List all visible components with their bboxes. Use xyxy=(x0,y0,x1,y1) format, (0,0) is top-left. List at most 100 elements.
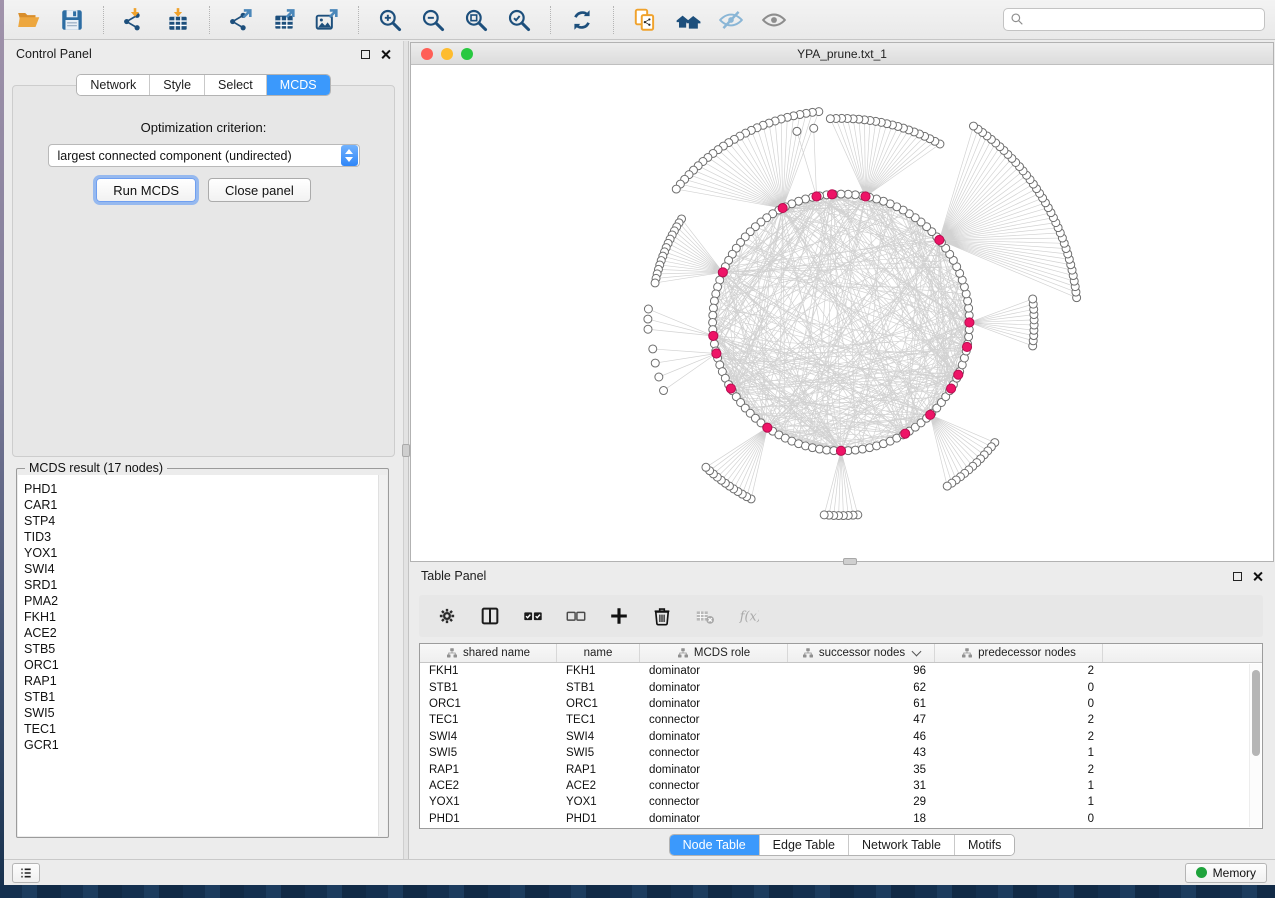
mcds-hub-node[interactable] xyxy=(901,429,910,438)
network-canvas[interactable] xyxy=(411,65,1273,561)
show-all-button[interactable] xyxy=(759,5,789,35)
list-item[interactable]: SRD1 xyxy=(24,577,377,593)
run-mcds-button[interactable]: Run MCDS xyxy=(96,178,196,202)
save-button[interactable] xyxy=(57,5,87,35)
table-row[interactable]: RAP1RAP1dominator352 xyxy=(420,761,1262,777)
criterion-dropdown[interactable]: largest connected component (undirected) xyxy=(48,144,360,167)
network-node[interactable] xyxy=(965,304,973,312)
network-leaf-node[interactable] xyxy=(793,127,801,135)
mcds-hub-node[interactable] xyxy=(712,349,721,358)
table-row[interactable]: YOX1YOX1connector291 xyxy=(420,794,1262,810)
mcds-hub-node[interactable] xyxy=(812,192,821,201)
network-node[interactable] xyxy=(712,290,720,298)
list-item[interactable]: TID3 xyxy=(24,529,377,545)
network-leaf-node[interactable] xyxy=(826,115,834,123)
network-node[interactable] xyxy=(808,444,816,452)
zoom-in-button[interactable] xyxy=(375,5,405,35)
network-leaf-node[interactable] xyxy=(970,122,978,130)
network-leaf-node[interactable] xyxy=(644,315,652,323)
list-item[interactable]: PHD1 xyxy=(24,481,377,497)
list-item[interactable]: ACE2 xyxy=(24,625,377,641)
table-row[interactable]: PHD1PHD1dominator180 xyxy=(420,811,1262,827)
mcds-hub-node[interactable] xyxy=(718,268,727,277)
tab-edge-table[interactable]: Edge Table xyxy=(760,835,849,855)
memory-button[interactable]: Memory xyxy=(1185,863,1267,883)
import-network-button[interactable] xyxy=(120,5,150,35)
mcds-hub-node[interactable] xyxy=(778,204,787,213)
select-all-checks-button[interactable] xyxy=(521,604,545,628)
table-row[interactable]: ORC1ORC1dominator610 xyxy=(420,696,1262,712)
network-node[interactable] xyxy=(710,297,718,305)
tab-style[interactable]: Style xyxy=(150,75,205,95)
export-table-button[interactable] xyxy=(269,5,299,35)
delete-button[interactable] xyxy=(650,604,674,628)
tab-mcds[interactable]: MCDS xyxy=(267,75,330,95)
network-leaf-node[interactable] xyxy=(655,373,663,381)
float-icon[interactable] xyxy=(1233,572,1242,581)
tab-select[interactable]: Select xyxy=(205,75,267,95)
list-item[interactable]: GCR1 xyxy=(24,737,377,753)
tab-network[interactable]: Network xyxy=(77,75,150,95)
mcds-hub-node[interactable] xyxy=(726,384,735,393)
list-item[interactable]: YOX1 xyxy=(24,545,377,561)
table-row[interactable]: TEC1TEC1connector472 xyxy=(420,712,1262,728)
zoom-out-button[interactable] xyxy=(418,5,448,35)
result-list-scrollbar[interactable] xyxy=(378,475,387,836)
network-leaf-node[interactable] xyxy=(1029,295,1037,303)
network-node[interactable] xyxy=(859,445,867,453)
columns-button[interactable] xyxy=(478,604,502,628)
hide-selected-button[interactable] xyxy=(716,5,746,35)
mcds-result-list[interactable]: PHD1CAR1STP4TID3YOX1SWI4SRD1PMA2FKH1ACE2… xyxy=(18,475,387,836)
list-item[interactable]: CAR1 xyxy=(24,497,377,513)
table-scrollbar-thumb[interactable] xyxy=(1252,670,1260,756)
list-item[interactable]: SWI4 xyxy=(24,561,377,577)
table-scrollbar[interactable] xyxy=(1249,664,1261,827)
tab-network-table[interactable]: Network Table xyxy=(849,835,955,855)
add-button[interactable] xyxy=(607,604,631,628)
mcds-hub-node[interactable] xyxy=(965,318,974,327)
network-leaf-node[interactable] xyxy=(644,325,652,333)
network-node[interactable] xyxy=(851,446,859,454)
table-row[interactable]: SWI4SWI4dominator462 xyxy=(420,729,1262,745)
column-header-MCDS-role[interactable]: MCDS role xyxy=(640,644,788,662)
float-icon[interactable] xyxy=(361,50,370,59)
network-node[interactable] xyxy=(964,297,972,305)
mcds-hub-node[interactable] xyxy=(947,384,956,393)
tab-node-table[interactable]: Node Table xyxy=(670,835,760,855)
open-button[interactable] xyxy=(14,5,44,35)
mcds-hub-node[interactable] xyxy=(954,370,963,379)
network-leaf-node[interactable] xyxy=(660,387,668,395)
close-icon[interactable] xyxy=(1252,571,1263,582)
table-row[interactable]: FKH1FKH1dominator962 xyxy=(420,663,1262,679)
close-panel-button[interactable]: Close panel xyxy=(208,178,311,202)
mcds-hub-node[interactable] xyxy=(926,410,935,419)
duplicate-network-button[interactable] xyxy=(630,5,660,35)
refresh-button[interactable] xyxy=(567,5,597,35)
mcds-hub-node[interactable] xyxy=(836,446,845,455)
horizontal-splitter-handle[interactable] xyxy=(843,558,857,565)
column-header-shared-name[interactable]: shared name xyxy=(420,644,557,662)
export-image-button[interactable] xyxy=(312,5,342,35)
mcds-hub-node[interactable] xyxy=(962,342,971,351)
network-leaf-node[interactable] xyxy=(644,305,652,313)
table-row[interactable]: SWI5SWI5connector431 xyxy=(420,745,1262,761)
search-input[interactable] xyxy=(1003,8,1265,31)
task-history-button[interactable] xyxy=(12,863,40,883)
close-icon[interactable] xyxy=(380,49,391,60)
table-row[interactable]: ACE2ACE2connector311 xyxy=(420,778,1262,794)
list-item[interactable]: STB1 xyxy=(24,689,377,705)
list-item[interactable]: STP4 xyxy=(24,513,377,529)
clear-checks-button[interactable] xyxy=(564,604,588,628)
tab-motifs[interactable]: Motifs xyxy=(955,835,1014,855)
column-header-successor-nodes[interactable]: successor nodes xyxy=(788,644,935,662)
zoom-fit-button[interactable] xyxy=(461,5,491,35)
mcds-hub-node[interactable] xyxy=(935,235,944,244)
list-item[interactable]: ORC1 xyxy=(24,657,377,673)
list-item[interactable]: TEC1 xyxy=(24,721,377,737)
network-node[interactable] xyxy=(710,340,718,348)
table-row[interactable]: STB1STB1dominator620 xyxy=(420,679,1262,695)
network-leaf-node[interactable] xyxy=(810,124,818,132)
list-item[interactable]: FKH1 xyxy=(24,609,377,625)
mcds-hub-node[interactable] xyxy=(827,190,836,199)
column-header-predecessor-nodes[interactable]: predecessor nodes xyxy=(935,644,1103,662)
